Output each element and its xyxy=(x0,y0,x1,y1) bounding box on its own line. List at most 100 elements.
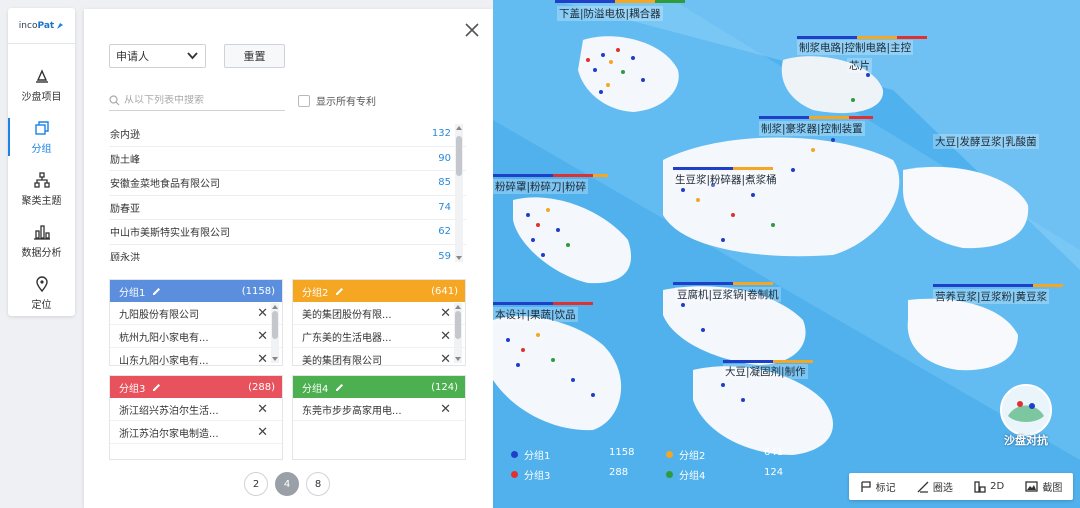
pencil-icon[interactable] xyxy=(334,382,345,393)
scroll-up-icon[interactable] xyxy=(272,305,278,309)
map-cluster-label[interactable]: 生豆浆|粉碎器|煮浆桶 xyxy=(673,172,779,187)
map-cluster-label[interactable]: 制浆电路|控制电路|主控 xyxy=(797,40,914,55)
lasso-button[interactable]: 圈选 xyxy=(917,479,953,494)
map-cluster-label[interactable]: 大豆|发酵豆浆|乳酸菌 xyxy=(933,134,1039,149)
screenshot-button[interactable]: 截图 xyxy=(1025,479,1062,494)
legend-value: 124 xyxy=(764,467,784,478)
remove-icon[interactable]: ✕ xyxy=(257,402,268,417)
map-cluster-label[interactable]: 下盖|防溢电极|耦合器 xyxy=(557,6,663,21)
remove-icon[interactable]: ✕ xyxy=(257,306,268,321)
page-option[interactable]: 8 xyxy=(306,472,330,496)
group-header: 分组2 (641) xyxy=(293,280,465,302)
remove-icon[interactable]: ✕ xyxy=(440,329,451,344)
sidebar-item-group[interactable]: 分组 xyxy=(8,112,75,162)
mark-button[interactable]: 标记 xyxy=(860,479,896,494)
list-item-name: 中山市美斯特实业有限公司 xyxy=(110,228,230,240)
map-cluster-label[interactable]: 本设计|果蔬|饮品 xyxy=(493,307,578,322)
map-cluster-label[interactable]: 粉碎罩|粉碎刀|粉碎 xyxy=(493,179,589,194)
group-1-scrollbar[interactable] xyxy=(271,303,279,363)
list-item[interactable]: 励春亚 74 xyxy=(109,196,466,220)
legend-name: 分组1 xyxy=(524,451,551,462)
group-member: 杭州九阳小家电有... ✕ xyxy=(110,325,282,348)
remove-icon[interactable]: ✕ xyxy=(440,352,451,366)
remove-icon[interactable]: ✕ xyxy=(440,402,451,417)
sidebar-item-label: 沙盘项目 xyxy=(21,92,62,103)
cluster-icon xyxy=(33,172,50,188)
remove-icon[interactable]: ✕ xyxy=(440,306,451,321)
legend-value: 288 xyxy=(609,467,629,478)
scroll-up-icon[interactable] xyxy=(455,305,461,309)
show-all-toggle[interactable]: 显示所有专利 xyxy=(298,93,376,108)
sandbox-map[interactable]: 下盖|防溢电极|耦合器 制浆电路|控制电路|主控 芯片 制浆|豪浆器|控制装置 … xyxy=(493,0,1080,508)
map-cluster-label[interactable]: 大豆|凝固剂|制作 xyxy=(723,364,808,379)
list-item[interactable]: 顾永洪 59 xyxy=(109,245,466,261)
list-item-count: 90 xyxy=(438,152,451,164)
sidebar-item-cluster[interactable]: 聚类主题 xyxy=(8,164,75,214)
list-item[interactable]: 中山市美斯特实业有限公司 62 xyxy=(109,220,466,245)
group-member: 浙江苏泊尔家电制造... ✕ xyxy=(110,421,282,444)
list-item-name: 励土峰 xyxy=(110,154,140,166)
sidebar-item-sandbox[interactable]: 沙盘项目 xyxy=(8,60,75,110)
scroll-down-icon[interactable] xyxy=(455,357,461,361)
remove-icon[interactable]: ✕ xyxy=(257,329,268,344)
sidebar-item-location[interactable]: 定位 xyxy=(8,268,75,318)
scroll-thumb[interactable] xyxy=(455,311,461,339)
show-all-label: 显示所有专利 xyxy=(316,97,376,108)
group-member-name: 杭州九阳小家电有... xyxy=(119,332,209,344)
sidebar-item-label: 数据分析 xyxy=(21,248,62,259)
close-icon[interactable] xyxy=(463,21,481,39)
view-2d-label: 2D xyxy=(990,481,1005,492)
group-2-scrollbar[interactable] xyxy=(454,303,462,363)
group-member: 东莞市步步高家用电... ✕ xyxy=(293,398,465,421)
sidebar-item-analysis[interactable]: 数据分析 xyxy=(8,216,75,266)
scroll-thumb[interactable] xyxy=(272,311,278,339)
field-select[interactable]: 申请人 xyxy=(109,44,206,68)
logo-suffix: Pat xyxy=(37,20,55,31)
lasso-icon xyxy=(917,481,929,493)
remove-icon[interactable]: ✕ xyxy=(257,425,268,440)
chart-icon xyxy=(33,225,50,240)
pencil-icon[interactable] xyxy=(151,382,162,393)
reset-button[interactable]: 重置 xyxy=(224,44,285,68)
scroll-down-icon[interactable] xyxy=(272,357,278,361)
screenshot-label: 截图 xyxy=(1042,483,1063,494)
logo-mark-icon xyxy=(57,22,64,29)
group-member: 广东美的生活电器... ✕ xyxy=(293,325,465,348)
search-box xyxy=(109,91,285,111)
group-count: (124) xyxy=(431,381,458,393)
location-icon xyxy=(35,276,48,293)
map-cluster-label[interactable]: 芯片 xyxy=(847,58,872,73)
list-item[interactable]: 励土峰 90 xyxy=(109,147,466,171)
page-option[interactable]: 4 xyxy=(275,472,299,496)
remove-icon[interactable]: ✕ xyxy=(257,352,268,366)
legend-dot xyxy=(511,451,518,458)
list-item-count: 62 xyxy=(438,226,451,238)
map-cluster-label[interactable]: 制浆|豪浆器|控制装置 xyxy=(759,121,865,136)
list-item[interactable]: 安徽金菜地食品有限公司 85 xyxy=(109,171,466,196)
search-input[interactable] xyxy=(124,95,274,106)
scroll-up-icon[interactable] xyxy=(456,126,462,130)
group-member-name: 九阳股份有限公司 xyxy=(119,309,199,321)
map-cluster-label[interactable]: 豆腐机|豆浆锅|卷制机 xyxy=(675,287,781,302)
list-scrollbar[interactable] xyxy=(455,124,463,262)
group-card-1: 分组1 (1158) 九阳股份有限公司 ✕ 杭州九阳小家电有... ✕ 山东九阳小家… xyxy=(109,279,283,366)
scroll-down-icon[interactable] xyxy=(456,256,462,260)
page-option[interactable]: 2 xyxy=(244,472,268,496)
show-all-checkbox[interactable] xyxy=(298,94,310,107)
pencil-icon[interactable] xyxy=(151,286,162,297)
sidebar: inco Pat 沙盘项目 分组 聚类主题 数据分析 定位 xyxy=(8,8,75,316)
view-2d-button[interactable]: 2D xyxy=(974,480,1005,493)
pencil-icon[interactable] xyxy=(334,286,345,297)
group-card-3: 分组3 (288) 浙江绍兴苏泊尔生活... ✕ 浙江苏泊尔家电制造... ✕ xyxy=(109,375,283,460)
legend-item: 分组4 xyxy=(666,467,705,482)
group-member-name: 山东九阳小家电有... xyxy=(119,355,209,366)
legend-value: 641 xyxy=(764,447,784,458)
scroll-thumb[interactable] xyxy=(456,136,462,176)
field-select-value: 申请人 xyxy=(116,50,149,63)
list-item[interactable]: 余内逊 132 xyxy=(109,122,466,147)
list-item-count: 132 xyxy=(431,128,451,140)
legend-dot xyxy=(666,451,673,458)
map-cluster-label[interactable]: 营养豆浆|豆浆粉|黄豆浆 xyxy=(933,289,1050,304)
sandbox-battle-badge[interactable]: 沙盘对抗 xyxy=(996,382,1056,452)
group-member: 美的集团股份有限... ✕ xyxy=(293,302,465,325)
